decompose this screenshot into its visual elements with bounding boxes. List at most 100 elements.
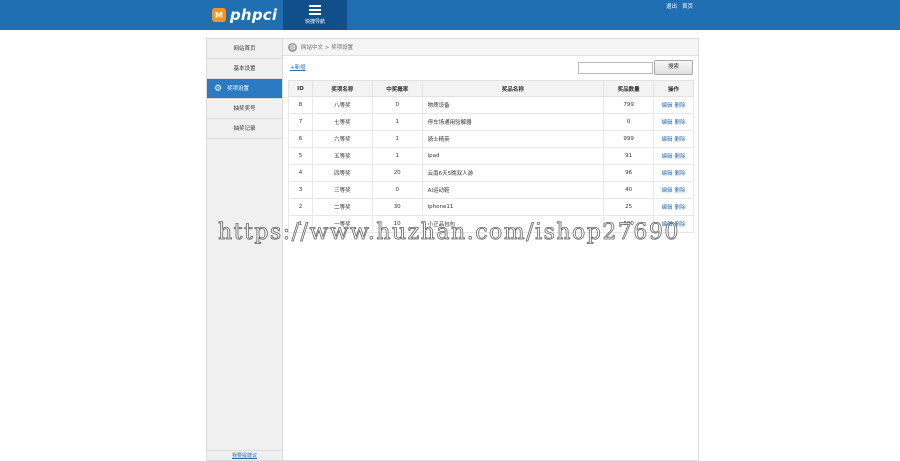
cell-id: 4	[288, 164, 313, 182]
cell-prize: ipad	[421, 147, 605, 165]
add-award-link[interactable]: +新增	[290, 63, 306, 71]
logo[interactable]: M phpci	[212, 5, 277, 25]
table-row: 1 一等奖 10 小正品包包 500 编辑 删除	[288, 215, 694, 233]
table-row: 5 五等奖 1 ipad 91 编辑 删除	[288, 147, 694, 165]
edit-link[interactable]: 编辑	[662, 154, 673, 160]
cell-award: 七等奖	[311, 113, 373, 131]
table-row: 3 三等奖 0 AI运动鞋 40 编辑 删除	[288, 181, 694, 199]
table-row: 6 六等奖 1 骑士精英 999 编辑 删除	[288, 130, 694, 148]
edit-link[interactable]: 编辑	[662, 120, 673, 126]
breadcrumb-text: 网站中文 > 奖项设置	[301, 45, 354, 51]
logo-badge: M	[212, 8, 226, 22]
cell-prize: 云南6天5晚双人游	[421, 164, 605, 182]
cell-prize: iphone11	[421, 198, 605, 216]
cell-quantity: 999	[603, 130, 655, 148]
logo-text: phpci	[230, 6, 278, 24]
cell-prize: 停车场通用验解器	[421, 113, 605, 131]
delete-link[interactable]: 删除	[675, 103, 686, 109]
cell-id: 5	[288, 147, 313, 165]
sidebar: 网站首页 基本设置 ⚙ 奖项设置 抽奖奖号 抽奖记录 我要提建议	[206, 38, 283, 461]
breadcrumb: ◍ 网站中文 > 奖项设置	[283, 39, 698, 56]
sidebar-item-label: 抽奖奖号	[233, 106, 256, 112]
delete-link[interactable]: 删除	[675, 120, 686, 126]
cell-actions: 编辑 删除	[653, 198, 694, 216]
cell-probability: 20	[371, 164, 423, 182]
delete-link[interactable]: 删除	[675, 154, 686, 160]
cell-actions: 编辑 删除	[653, 147, 694, 165]
cell-award: 二等奖	[311, 198, 373, 216]
sidebar-item-label: 网站首页	[233, 46, 256, 52]
table-header-row: ID 奖项名称 中奖概率 奖品名称 奖品数量 操作	[288, 80, 694, 97]
menu-icon	[309, 5, 321, 15]
cell-award: 一等奖	[311, 215, 373, 233]
table-body: 8 八等奖 0 物质设备 799 编辑 删除 7 七等奖 1 停车场通用验解器 0…	[288, 96, 694, 233]
cell-quantity: 799	[603, 96, 655, 114]
home-link[interactable]: 首页	[682, 4, 693, 10]
sidebar-item-lottery-records[interactable]: 抽奖记录	[207, 119, 282, 139]
cell-id: 7	[288, 113, 313, 131]
cell-actions: 编辑 删除	[653, 96, 694, 114]
cell-award: 六等奖	[311, 130, 373, 148]
top-header: M phpci 快捷导航 退出 首页	[0, 0, 900, 30]
cell-prize: 物质设备	[421, 96, 605, 114]
cell-prize: 小正品包包	[421, 215, 605, 233]
quick-nav-button[interactable]: 快捷导航	[283, 0, 347, 30]
edit-link[interactable]: 编辑	[662, 188, 673, 194]
delete-link[interactable]: 删除	[675, 188, 686, 194]
logout-link[interactable]: 退出	[666, 4, 677, 10]
edit-link[interactable]: 编辑	[662, 103, 673, 109]
delete-link[interactable]: 删除	[675, 171, 686, 177]
table-row: 4 四等奖 20 云南6天5晚双人游 96 编辑 删除	[288, 164, 694, 182]
delete-link[interactable]: 删除	[675, 205, 686, 211]
edit-link[interactable]: 编辑	[662, 205, 673, 211]
quick-nav-label: 快捷导航	[304, 19, 325, 25]
edit-link[interactable]: 编辑	[662, 171, 673, 177]
sidebar-item-home[interactable]: 网站首页	[207, 39, 282, 59]
cell-award: 五等奖	[311, 147, 373, 165]
column-header-actions: 操作	[653, 80, 694, 97]
sidebar-item-label: 抽奖记录	[233, 126, 256, 132]
sidebar-item-award-settings[interactable]: ⚙ 奖项设置	[207, 79, 282, 99]
sidebar-item-basic-settings[interactable]: 基本设置	[207, 59, 282, 79]
cell-actions: 编辑 删除	[653, 215, 694, 233]
column-header-award: 奖项名称	[311, 80, 373, 97]
cell-quantity: 500	[603, 215, 655, 233]
table-row: 2 二等奖 30 iphone11 25 编辑 删除	[288, 198, 694, 216]
toolbar: +新增 搜索	[283, 56, 698, 80]
cell-id: 8	[288, 96, 313, 114]
column-header-probability: 中奖概率	[371, 80, 423, 97]
cell-quantity: 0	[603, 113, 655, 131]
sidebar-item-lottery-numbers[interactable]: 抽奖奖号	[207, 99, 282, 119]
cell-id: 3	[288, 181, 313, 199]
search-input[interactable]	[578, 62, 653, 74]
cell-quantity: 25	[603, 198, 655, 216]
cell-id: 1	[288, 215, 313, 233]
sidebar-item-label: 基本设置	[233, 66, 256, 72]
header-links: 退出 首页	[666, 2, 698, 10]
cell-actions: 编辑 删除	[653, 130, 694, 148]
globe-icon: ◍	[288, 42, 297, 52]
gear-icon: ⚙	[214, 84, 223, 94]
column-header-quantity: 奖品数量	[603, 80, 655, 97]
cell-quantity: 96	[603, 164, 655, 182]
delete-link[interactable]: 删除	[675, 222, 686, 228]
cell-award: 四等奖	[311, 164, 373, 182]
edit-link[interactable]: 编辑	[662, 222, 673, 228]
search-button[interactable]: 搜索	[654, 60, 693, 75]
cell-id: 6	[288, 130, 313, 148]
column-header-prize: 奖品名称	[421, 80, 605, 97]
cell-award: 三等奖	[311, 181, 373, 199]
cell-probability: 1	[371, 113, 423, 131]
column-header-id: ID	[288, 80, 313, 97]
feedback-link[interactable]: 我要提建议	[207, 450, 282, 460]
cell-actions: 编辑 删除	[653, 164, 694, 182]
cell-probability: 1	[371, 147, 423, 165]
cell-actions: 编辑 删除	[653, 113, 694, 131]
delete-link[interactable]: 删除	[675, 137, 686, 143]
cell-award: 八等奖	[311, 96, 373, 114]
main-panel: ◍ 网站中文 > 奖项设置 +新增 搜索 ID 奖项名称 中奖概率 奖品名称 奖…	[283, 38, 699, 461]
edit-link[interactable]: 编辑	[662, 137, 673, 143]
table-row: 8 八等奖 0 物质设备 799 编辑 删除	[288, 96, 694, 114]
cell-actions: 编辑 删除	[653, 181, 694, 199]
cell-probability: 0	[371, 96, 423, 114]
